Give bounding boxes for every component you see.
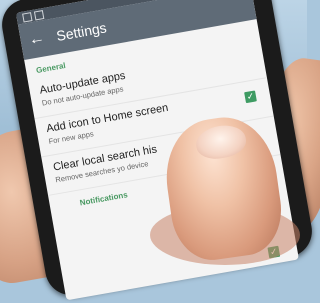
status-app-icon <box>33 9 45 20</box>
arrow-back-icon[interactable]: ← <box>27 29 46 50</box>
page-title: Settings <box>55 19 108 44</box>
checkbox-checked-icon[interactable]: ✓ <box>244 90 257 104</box>
status-notification-icon <box>22 11 33 23</box>
